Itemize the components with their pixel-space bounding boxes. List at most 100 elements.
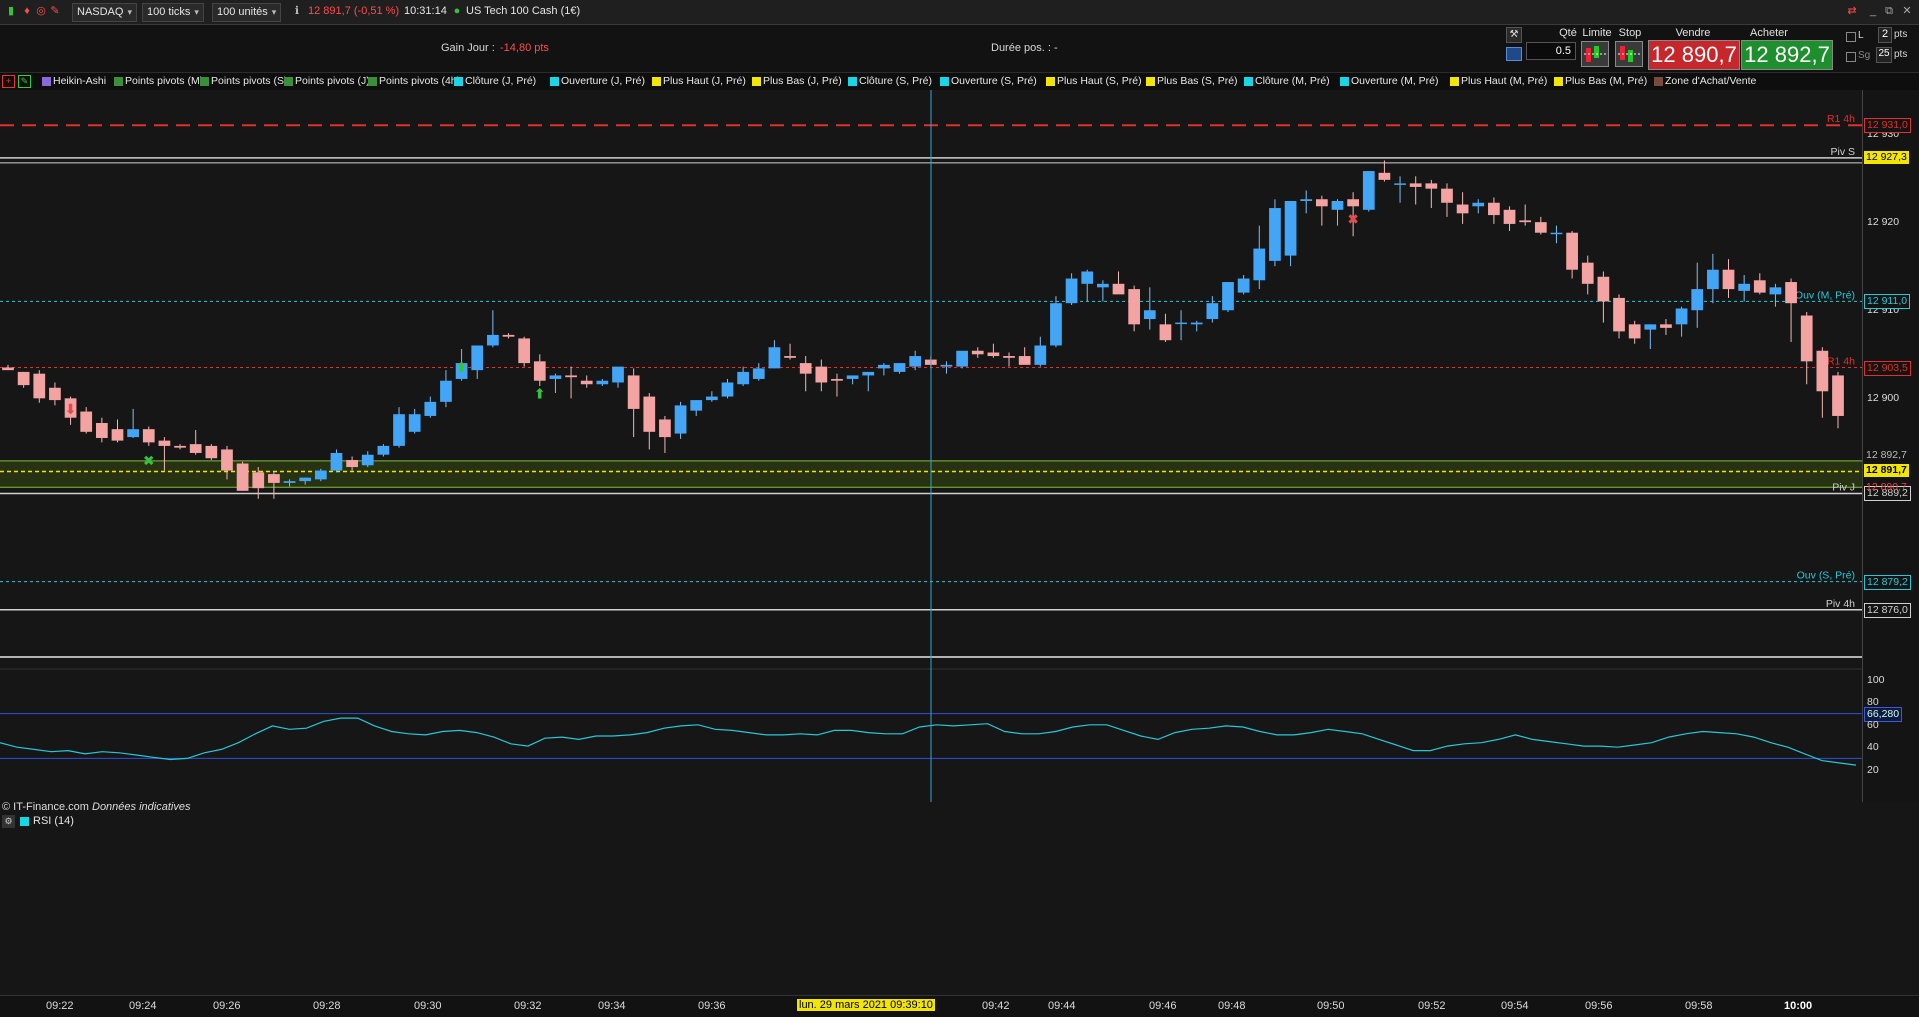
l-pts-input[interactable]: 2 <box>1878 27 1892 43</box>
keyboard-icon[interactable] <box>1506 47 1522 61</box>
chart-type-icon[interactable]: ▮ <box>4 4 18 18</box>
limit-order-button[interactable] <box>1581 41 1609 67</box>
candle-body <box>846 375 859 379</box>
indicator-chip[interactable]: Plus Bas (S, Pré) <box>1144 75 1238 88</box>
indicator-swatch <box>550 77 559 86</box>
edit-indicator-icon[interactable]: ✎ <box>18 75 31 88</box>
sg-input[interactable]: 25 <box>1876 47 1892 63</box>
indicator-chip[interactable]: Ouverture (S, Pré) <box>938 75 1037 88</box>
time-tick-label: 09:34 <box>598 1000 626 1012</box>
candle-body <box>361 454 374 466</box>
candle-body <box>1503 209 1516 224</box>
sell-signal-arrow: ⬇ <box>65 402 77 418</box>
add-indicator-icon[interactable]: + <box>2 75 15 88</box>
buy-signal-arrow: ⬆ <box>534 386 546 402</box>
sg-unit: pts <box>1894 49 1908 60</box>
indicator-chip[interactable]: Plus Haut (M, Pré) <box>1448 75 1547 88</box>
candle-body <box>1519 220 1532 223</box>
time-tick-label: 09:50 <box>1317 1000 1345 1012</box>
wrench-icon[interactable]: ⚒ <box>1506 27 1522 43</box>
indicator-chip[interactable]: Points pivots (S) <box>198 75 287 88</box>
level-label: Piv J <box>1832 481 1855 493</box>
candle-body <box>1315 199 1328 207</box>
indicator-chip[interactable]: Zone d'Achat/Vente <box>1652 75 1756 88</box>
candlestick-svg[interactable]: R1 4hPiv SOuv (M, Pré)PR1 4hPiv JOuv (S,… <box>0 90 1862 802</box>
candle-body <box>878 364 890 369</box>
restore-icon[interactable]: ⧉ <box>1882 4 1896 18</box>
indicator-chip[interactable]: Plus Bas (J, Pré) <box>750 75 842 88</box>
candle-body <box>393 414 405 446</box>
candle-body <box>1362 171 1375 210</box>
rsi-swatch <box>20 817 29 826</box>
time-tick-label: 09:46 <box>1149 1000 1177 1012</box>
ticks-select[interactable]: 100 ticks <box>142 3 204 22</box>
candle-body <box>299 477 312 482</box>
indicator-chip[interactable]: Clôture (M, Pré) <box>1242 75 1330 88</box>
indicator-chip[interactable]: Ouverture (M, Pré) <box>1338 75 1439 88</box>
sg-checkbox[interactable] <box>1846 52 1856 62</box>
candle-body <box>533 361 546 381</box>
indicator-chip[interactable]: Points pivots (M) <box>112 75 203 88</box>
minimize-icon[interactable]: _ <box>1866 4 1880 18</box>
indicator-swatch <box>652 77 661 86</box>
time-tick-label: 09:42 <box>982 1000 1010 1012</box>
candle-body <box>940 364 953 367</box>
indicator-chip[interactable]: Points pivots (J) <box>282 75 370 88</box>
buy-button[interactable]: 12 892,7 <box>1741 40 1833 70</box>
candle-body <box>518 338 531 364</box>
indicator-swatch <box>368 77 377 86</box>
candle-body <box>1269 208 1281 261</box>
sell-button[interactable]: 12 890,7 <box>1648 40 1740 70</box>
candle-body <box>1660 324 1672 328</box>
candle-body <box>690 400 703 411</box>
candle-body <box>752 368 765 379</box>
indicator-chip[interactable]: Heikin-Ashi <box>40 75 106 88</box>
indicator-chip[interactable]: Plus Bas (M, Pré) <box>1552 75 1647 88</box>
indicator-chip[interactable]: Clôture (J, Pré) <box>452 75 536 88</box>
time-tick-label: 09:24 <box>129 1000 157 1012</box>
time-tick-label: 09:36 <box>698 1000 726 1012</box>
qty-input[interactable]: 0.5 <box>1526 42 1576 60</box>
indicator-swatch <box>200 77 209 86</box>
tools-icon[interactable]: ♦ <box>20 4 34 18</box>
settings-icon[interactable]: ✎ <box>48 4 62 18</box>
candle-body <box>1738 283 1751 291</box>
time-tick-label: 09:56 <box>1585 1000 1613 1012</box>
l-checkbox[interactable] <box>1846 32 1856 42</box>
candle-body <box>330 452 343 471</box>
rsi-settings-icon[interactable]: ⚙ <box>2 815 15 828</box>
candle-body <box>158 440 171 446</box>
indicator-strip: + ✎ Heikin-Ashi Points pivots (M) Points p… <box>0 72 1919 91</box>
level-price-tag: 12 876,0 <box>1864 602 1911 618</box>
market-select[interactable]: NASDAQ <box>72 3 137 22</box>
indicator-chip[interactable]: Points pivots (4h) <box>366 75 460 88</box>
exit-cross-marker: ✖ <box>143 453 155 469</box>
candle-body <box>1816 350 1829 392</box>
candle-body <box>1472 202 1485 207</box>
candle-body <box>1707 269 1719 290</box>
candle-body <box>1785 282 1797 304</box>
candle-body <box>17 371 30 386</box>
price-axis[interactable]: 12 930 12 920 12 910 12 900 12 931,0 12 927,… <box>1862 90 1919 802</box>
alert-icon[interactable]: ◎ <box>34 4 48 18</box>
indicator-chip[interactable]: Clôture (S, Pré) <box>846 75 932 88</box>
candle-body <box>831 378 843 381</box>
level-label: Piv S <box>1830 146 1855 158</box>
candle-body <box>1832 375 1844 416</box>
close-icon[interactable]: ✕ <box>1900 4 1914 18</box>
level-label: Ouv (M, Pré) <box>1795 289 1855 301</box>
indicator-chip[interactable]: Plus Haut (J, Pré) <box>650 75 746 88</box>
candle-body <box>909 356 922 367</box>
candle-body <box>862 371 875 376</box>
price-chart[interactable]: R1 4h Piv S Ouv (M, Pré) PR1 4h Piv J Ouv (S,… <box>0 90 1862 802</box>
indicator-chip[interactable]: Ouverture (J, Pré) <box>548 75 645 88</box>
indicator-chip[interactable]: Plus Haut (S, Pré) <box>1044 75 1142 88</box>
indicator-swatch <box>114 77 123 86</box>
candle-body <box>815 366 828 383</box>
time-axis[interactable]: 09:22 09:24 09:26 09:28 09:30 09:32 09:34 09:36… <box>0 995 1919 1017</box>
candle-body <box>1300 199 1313 201</box>
info-icon[interactable]: ℹ <box>290 4 304 18</box>
units-select[interactable]: 100 unités <box>212 3 282 22</box>
stop-order-button[interactable] <box>1615 41 1643 67</box>
sync-icon[interactable]: ⇄ <box>1845 4 1859 18</box>
